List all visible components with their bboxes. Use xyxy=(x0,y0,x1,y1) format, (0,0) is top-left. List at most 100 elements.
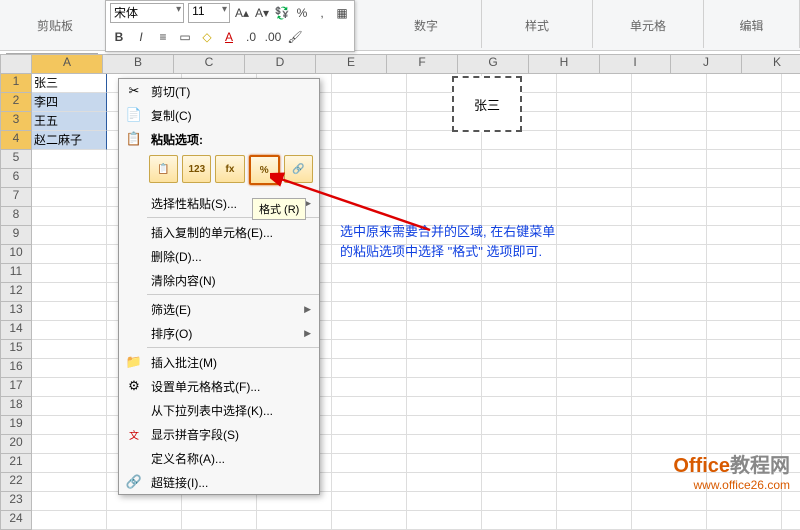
fill-color-icon[interactable]: ◇ xyxy=(198,28,216,46)
cell[interactable] xyxy=(332,283,407,302)
cell[interactable] xyxy=(32,416,107,435)
decrease-decimal-icon[interactable]: .0 xyxy=(242,28,260,46)
cell[interactable] xyxy=(632,131,707,150)
cell[interactable] xyxy=(707,226,782,245)
font-selector[interactable]: 宋体 xyxy=(110,3,184,23)
ctx-clear[interactable]: 清除内容(N) xyxy=(119,268,319,292)
row-header[interactable]: 2 xyxy=(0,93,32,112)
ctx-comment[interactable]: 📁插入批注(M) xyxy=(119,350,319,374)
cell[interactable] xyxy=(557,378,632,397)
col-header[interactable]: J xyxy=(671,54,742,74)
cell[interactable] xyxy=(482,378,557,397)
border-icon[interactable]: ▭ xyxy=(176,28,194,46)
cell[interactable] xyxy=(182,511,257,530)
cell[interactable] xyxy=(557,511,632,530)
bold-icon[interactable]: B xyxy=(110,28,128,46)
cell[interactable] xyxy=(782,264,800,283)
cell[interactable] xyxy=(707,264,782,283)
cell[interactable] xyxy=(782,302,800,321)
cell[interactable] xyxy=(707,492,782,511)
cell[interactable]: 张三 xyxy=(32,74,107,93)
cell[interactable] xyxy=(632,416,707,435)
fontsize-selector[interactable]: 11 xyxy=(188,3,230,23)
cell[interactable] xyxy=(332,397,407,416)
row-header[interactable]: 8 xyxy=(0,207,32,226)
cell[interactable] xyxy=(482,283,557,302)
row-header[interactable]: 12 xyxy=(0,283,32,302)
ribbon-number[interactable]: 数字 xyxy=(371,0,482,48)
shrink-font-icon[interactable]: A▾ xyxy=(254,4,270,22)
col-header[interactable]: E xyxy=(316,54,387,74)
cell[interactable] xyxy=(632,302,707,321)
cell[interactable] xyxy=(557,93,632,112)
cell[interactable] xyxy=(407,131,482,150)
row-header[interactable]: 24 xyxy=(0,511,32,530)
cell[interactable] xyxy=(482,321,557,340)
grow-font-icon[interactable]: A▴ xyxy=(234,4,250,22)
cell[interactable] xyxy=(707,416,782,435)
cell[interactable] xyxy=(782,74,800,93)
cell[interactable] xyxy=(707,302,782,321)
row-header[interactable]: 16 xyxy=(0,359,32,378)
cell[interactable] xyxy=(557,150,632,169)
cell[interactable] xyxy=(482,340,557,359)
row-header[interactable]: 22 xyxy=(0,473,32,492)
ctx-delete[interactable]: 删除(D)... xyxy=(119,244,319,268)
cell[interactable] xyxy=(632,511,707,530)
row-header[interactable]: 13 xyxy=(0,302,32,321)
cell[interactable] xyxy=(407,264,482,283)
row-header[interactable]: 15 xyxy=(0,340,32,359)
cell[interactable] xyxy=(332,435,407,454)
cell[interactable] xyxy=(32,264,107,283)
cell[interactable] xyxy=(782,226,800,245)
row-header[interactable]: 4 xyxy=(0,131,32,150)
row-header[interactable]: 5 xyxy=(0,150,32,169)
cell[interactable] xyxy=(782,340,800,359)
cell[interactable] xyxy=(257,511,332,530)
cell[interactable] xyxy=(557,207,632,226)
cell[interactable] xyxy=(557,302,632,321)
italic-icon[interactable]: I xyxy=(132,28,150,46)
cell[interactable] xyxy=(32,321,107,340)
ribbon-cells[interactable]: 单元格 xyxy=(593,0,704,48)
col-header[interactable]: C xyxy=(174,54,245,74)
cell[interactable] xyxy=(557,245,632,264)
cell[interactable] xyxy=(632,226,707,245)
cell[interactable] xyxy=(332,302,407,321)
cell[interactable] xyxy=(782,93,800,112)
cell[interactable] xyxy=(407,492,482,511)
paste-option-0[interactable]: 📋 xyxy=(149,155,178,183)
cell[interactable] xyxy=(782,283,800,302)
col-header[interactable]: F xyxy=(387,54,458,74)
cell[interactable] xyxy=(707,188,782,207)
cell[interactable] xyxy=(707,359,782,378)
cell[interactable] xyxy=(482,302,557,321)
cell[interactable] xyxy=(332,454,407,473)
cell[interactable] xyxy=(107,511,182,530)
cell[interactable] xyxy=(407,188,482,207)
col-header[interactable]: I xyxy=(600,54,671,74)
cell[interactable] xyxy=(782,359,800,378)
cell[interactable] xyxy=(482,454,557,473)
cell[interactable] xyxy=(407,473,482,492)
ctx-hyperlink[interactable]: 🔗超链接(I)... xyxy=(119,470,319,494)
cell[interactable] xyxy=(632,207,707,226)
cell[interactable] xyxy=(332,131,407,150)
cell[interactable] xyxy=(707,321,782,340)
cell[interactable] xyxy=(407,378,482,397)
ribbon-clipboard[interactable]: 剪贴板 xyxy=(0,0,111,48)
cell[interactable] xyxy=(32,245,107,264)
cell[interactable] xyxy=(632,397,707,416)
cell[interactable] xyxy=(707,245,782,264)
ribbon-styles[interactable]: 样式 xyxy=(482,0,593,48)
cell[interactable] xyxy=(407,397,482,416)
cell[interactable]: 赵二麻子 xyxy=(32,131,107,150)
cell[interactable] xyxy=(332,264,407,283)
accounting-icon[interactable]: 💱 xyxy=(274,4,290,22)
cell[interactable] xyxy=(782,245,800,264)
cell[interactable] xyxy=(482,264,557,283)
cell[interactable] xyxy=(482,416,557,435)
cell[interactable] xyxy=(32,283,107,302)
row-header[interactable]: 3 xyxy=(0,112,32,131)
ctx-dropdown[interactable]: 从下拉列表中选择(K)... xyxy=(119,398,319,422)
